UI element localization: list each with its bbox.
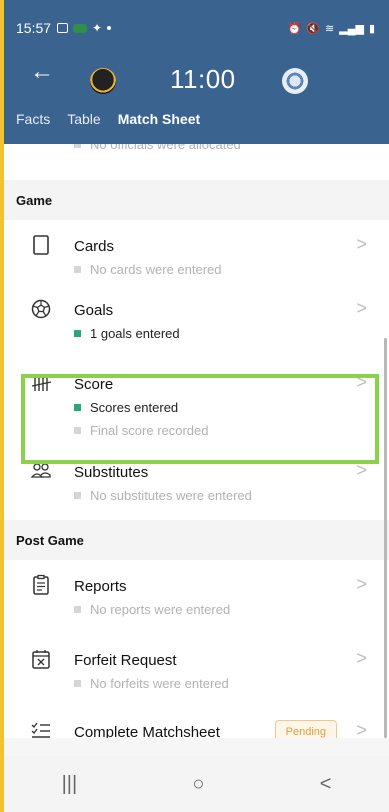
item-title: Score bbox=[74, 376, 114, 393]
tab-table[interactable]: Table bbox=[67, 111, 100, 127]
system-nav-bar: ||| ○ < bbox=[4, 756, 389, 812]
status-bar: 15:57 ✦ ⏰ 🔇 ≋ ▂▄▆ ▮ bbox=[4, 0, 389, 56]
status-bullet bbox=[74, 144, 81, 148]
people-icon bbox=[30, 463, 51, 478]
system-icons: ⏰ 🔇 ≋ ▂▄▆ ▮ bbox=[288, 22, 375, 35]
tab-bar: Facts Table Match Sheet bbox=[16, 111, 200, 127]
status-bullet bbox=[74, 606, 81, 613]
list-item-cards[interactable]: Cards > No cards were entered bbox=[4, 220, 389, 286]
list-item-status: 1 goals entered bbox=[74, 326, 180, 341]
list-item-substitutes[interactable]: Substitutes > No substitutes were entere… bbox=[4, 454, 389, 520]
more-dot-icon bbox=[107, 26, 112, 30]
twitter-icon: ✦ bbox=[92, 21, 103, 35]
list-item-goals[interactable]: Goals > 1 goals entered bbox=[4, 286, 389, 362]
list-item-status: No cards were entered bbox=[74, 262, 222, 277]
alarm-icon: ⏰ bbox=[287, 22, 302, 35]
list-item-status: Final score recorded bbox=[74, 423, 209, 438]
list-item-status: Scores entered bbox=[74, 400, 178, 415]
battery-icon: ▮ bbox=[368, 22, 375, 35]
section-header-post-game: Post Game bbox=[4, 520, 389, 560]
chevron-right-icon: > bbox=[356, 648, 367, 668]
chevron-right-icon: > bbox=[356, 720, 367, 738]
clipboard-icon bbox=[33, 574, 49, 595]
list-item-status: No officials were allocated bbox=[74, 144, 241, 152]
list-item-status: No forfeits were entered bbox=[74, 676, 229, 691]
wifi-icon: ≋ bbox=[325, 22, 335, 35]
item-title: Forfeit Request bbox=[74, 652, 177, 669]
item-title: Substitutes bbox=[74, 464, 149, 481]
item-title: Complete Matchsheet bbox=[74, 724, 220, 738]
tab-facts[interactable]: Facts bbox=[16, 111, 50, 127]
notification-icons: ✦ bbox=[57, 21, 112, 35]
officials-item[interactable]: No officials were allocated bbox=[4, 144, 389, 164]
match-sheet-list[interactable]: No officials were allocated Game Cards >… bbox=[4, 144, 389, 738]
card-icon bbox=[33, 235, 49, 255]
list-item-status: No substitutes were entered bbox=[74, 488, 252, 503]
list-item-complete-matchsheet[interactable]: Complete Matchsheet Pending > bbox=[4, 708, 389, 738]
status-bullet bbox=[74, 330, 81, 337]
match-header: ← 11:00 Facts Table Match Sheet bbox=[4, 56, 389, 144]
scrollbar[interactable] bbox=[384, 338, 387, 738]
status-badge: Pending bbox=[274, 720, 337, 738]
home-icon[interactable]: ○ bbox=[192, 773, 204, 796]
mute-icon: 🔇 bbox=[306, 22, 320, 35]
status-bullet bbox=[74, 266, 81, 273]
soccer-ball-icon bbox=[31, 299, 51, 319]
list-item-score[interactable]: Score > Scores entered Final score recor… bbox=[4, 362, 389, 454]
status-bullet bbox=[74, 404, 81, 411]
item-title: Goals bbox=[74, 302, 114, 319]
tally-marks-icon bbox=[31, 377, 52, 391]
back-icon[interactable]: < bbox=[320, 773, 332, 796]
chevron-right-icon: > bbox=[356, 234, 367, 254]
list-item-reports[interactable]: Reports > No reports were entered bbox=[4, 560, 389, 634]
away-team-logo bbox=[282, 68, 308, 94]
chevron-right-icon: > bbox=[356, 574, 367, 594]
back-arrow-icon[interactable]: ← bbox=[30, 60, 54, 84]
status-time: 15:57 bbox=[16, 20, 52, 36]
chevron-right-icon: > bbox=[356, 298, 367, 318]
app-icon bbox=[73, 23, 88, 33]
image-icon bbox=[57, 23, 69, 33]
list-item-status: No reports were entered bbox=[74, 602, 230, 617]
item-title: Reports bbox=[74, 578, 127, 595]
match-clock: 11:00 bbox=[170, 64, 236, 94]
checklist-icon bbox=[31, 722, 50, 738]
signal-icon: ▂▄▆ bbox=[339, 22, 364, 35]
tab-match-sheet[interactable]: Match Sheet bbox=[118, 111, 200, 127]
chevron-right-icon: > bbox=[356, 460, 367, 480]
status-bullet bbox=[74, 427, 81, 434]
chevron-right-icon: > bbox=[356, 372, 367, 392]
status-bullet bbox=[74, 680, 81, 687]
item-title: Cards bbox=[74, 238, 115, 255]
list-item-forfeit-request[interactable]: Forfeit Request > No forfeits were enter… bbox=[4, 634, 389, 708]
recent-apps-icon[interactable]: ||| bbox=[62, 773, 78, 796]
section-header-game: Game bbox=[4, 180, 389, 220]
status-bullet bbox=[74, 492, 81, 499]
phone-screen: 15:57 ✦ ⏰ 🔇 ≋ ▂▄▆ ▮ ← 11:00 Facts Table … bbox=[4, 0, 389, 812]
calendar-x-icon bbox=[32, 650, 50, 669]
home-team-logo bbox=[90, 68, 116, 94]
